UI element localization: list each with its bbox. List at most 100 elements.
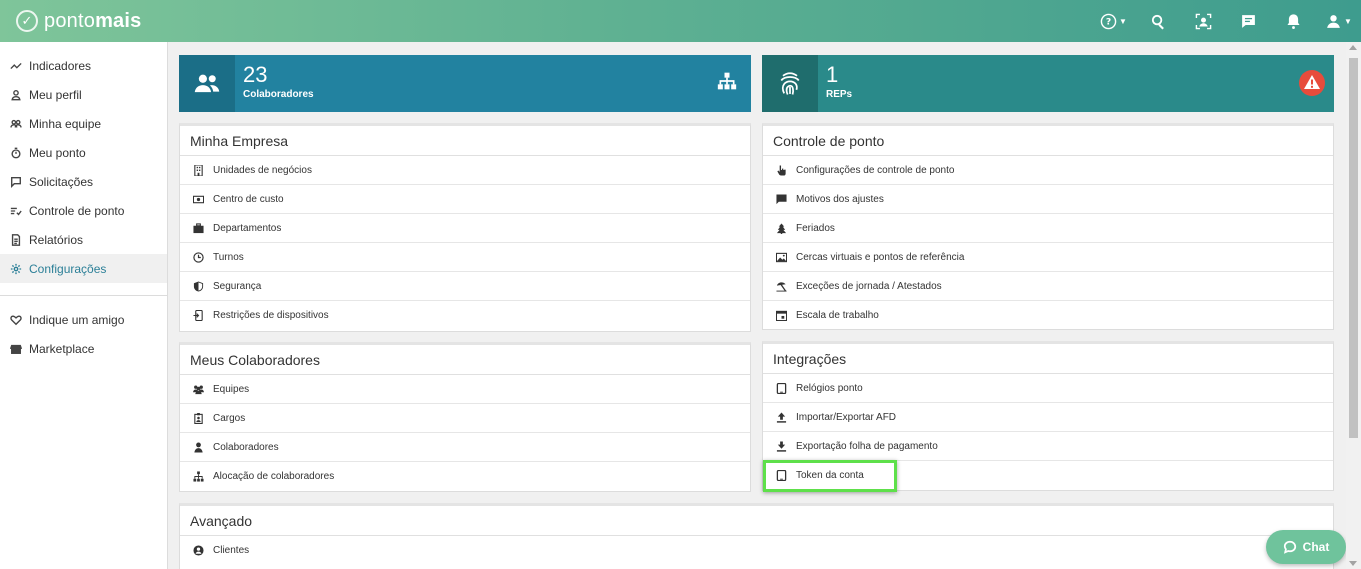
- team-icon: [192, 383, 204, 395]
- sidebar-item-solicitacoes[interactable]: Solicitações: [0, 167, 167, 196]
- chat-button[interactable]: Chat: [1266, 530, 1346, 564]
- card-meus-colaboradores: Meus Colaboradores Equipes Cargos Colabo…: [179, 342, 751, 492]
- list-item-relogios-ponto[interactable]: Relógios ponto: [763, 374, 1333, 403]
- list-item-restricoes-de-dispositivos[interactable]: Restrições de dispositivos: [180, 301, 750, 330]
- badge-icon: [192, 412, 204, 424]
- list-item-exportacao-folha-de-pagamento[interactable]: Exportação folha de pagamento: [763, 432, 1333, 461]
- sidebar-item-label: Configurações: [29, 261, 107, 276]
- org-chart-icon[interactable]: [717, 71, 737, 96]
- scrollbar[interactable]: [1346, 42, 1361, 569]
- card-avancado: Avançado Clientes: [179, 503, 1334, 569]
- sidebar-item-minha-equipe[interactable]: Minha equipe: [0, 109, 167, 138]
- list-check-icon: [9, 204, 22, 217]
- list-item-clientes[interactable]: Clientes: [180, 536, 1333, 565]
- sidebar-item-marketplace[interactable]: Marketplace: [0, 334, 167, 363]
- collaborators-count: 23: [243, 62, 268, 87]
- list-item-label: Importar/Exportar AFD: [796, 411, 897, 423]
- card-title: Meus Colaboradores: [180, 345, 750, 375]
- sidebar: Indicadores Meu perfil Minha equipe Meu …: [0, 42, 168, 569]
- list-item-motivos-dos-ajustes[interactable]: Motivos dos ajustes: [763, 185, 1333, 214]
- umbrella-icon: [775, 280, 787, 292]
- message-icon: [775, 193, 787, 205]
- sidebar-item-meu-perfil[interactable]: Meu perfil: [0, 80, 167, 109]
- list-item-excecoes-de-jornada[interactable]: Exceções de jornada / Atestados: [763, 272, 1333, 301]
- help-icon[interactable]: ? ▼: [1091, 0, 1136, 42]
- list-item-turnos[interactable]: Turnos: [180, 243, 750, 272]
- list-item-label: Feriados: [796, 222, 835, 234]
- stat-colaboradores[interactable]: 23 Colaboradores: [179, 55, 751, 112]
- sidebar-item-label: Indique um amigo: [29, 312, 125, 327]
- logo[interactable]: ✓ pontomais: [16, 10, 141, 33]
- list-item-configuracoes-controle-de-ponto[interactable]: Configurações de controle de ponto: [763, 156, 1333, 185]
- list-item-alocacao-de-colaboradores[interactable]: Alocação de colaboradores: [180, 462, 750, 491]
- money-icon: [192, 193, 204, 205]
- sidebar-item-relatorios[interactable]: Relatórios: [0, 225, 167, 254]
- list-item-label: Colaboradores: [213, 441, 279, 453]
- logo-text: pontomais: [44, 9, 142, 32]
- list-item-label: Departamentos: [213, 222, 282, 234]
- scroll-down-icon[interactable]: [1349, 561, 1357, 566]
- hand-pointer-icon: [775, 164, 787, 176]
- briefcase-icon: [192, 222, 204, 234]
- sidebar-item-controle-de-ponto[interactable]: Controle de ponto: [0, 196, 167, 225]
- list-item-label: Exceções de jornada / Atestados: [796, 280, 942, 292]
- upload-icon: [775, 411, 787, 423]
- top-bar: ✓ pontomais ? ▼ ▼: [0, 0, 1361, 42]
- sidebar-item-meu-ponto[interactable]: Meu ponto: [0, 138, 167, 167]
- bell-icon[interactable]: [1271, 0, 1316, 42]
- building-icon: [192, 164, 204, 176]
- list-item-colaboradores[interactable]: Colaboradores: [180, 433, 750, 462]
- clock-icon: [192, 251, 204, 263]
- list-item-label: Exportação folha de pagamento: [796, 440, 938, 452]
- message-icon[interactable]: [1226, 0, 1271, 42]
- user-icon: [9, 88, 22, 101]
- sidebar-item-label: Relatórios: [29, 232, 84, 247]
- face-scan-icon[interactable]: [1181, 0, 1226, 42]
- stat-reps[interactable]: 1 REPs: [762, 55, 1334, 112]
- chat-label: Chat: [1302, 540, 1330, 554]
- list-item-label: Alocação de colaboradores: [213, 471, 335, 482]
- sidebar-item-configuracoes[interactable]: Configurações: [0, 254, 167, 283]
- search-icon[interactable]: [1136, 0, 1181, 42]
- main-content: 23 Colaboradores 1 REPs Minha Empresa Un…: [168, 42, 1346, 569]
- list-item-label: Cargos: [213, 412, 246, 424]
- list-item-seguranca[interactable]: Segurança: [180, 272, 750, 301]
- chevron-down-icon: ▼: [1344, 16, 1352, 26]
- reps-label: REPs: [826, 89, 853, 100]
- svg-text:?: ?: [1106, 16, 1111, 27]
- list-item-cercas-virtuais[interactable]: Cercas virtuais e pontos de referência: [763, 243, 1333, 272]
- list-item-label: Segurança: [213, 280, 262, 292]
- store-icon: [9, 342, 22, 355]
- list-item-cargos[interactable]: Cargos: [180, 404, 750, 433]
- list-item-label: Motivos dos ajustes: [796, 193, 884, 205]
- list-item-label: Centro de custo: [213, 193, 284, 205]
- list-item-importar-exportar-afd[interactable]: Importar/Exportar AFD: [763, 403, 1333, 432]
- list-item-centro-de-custo[interactable]: Centro de custo: [180, 185, 750, 214]
- person-icon: [192, 441, 204, 453]
- document-icon: [9, 233, 22, 246]
- list-item-label: Turnos: [213, 251, 244, 263]
- sidebar-item-indicadores[interactable]: Indicadores: [0, 51, 167, 80]
- user-circle-icon: [192, 545, 204, 557]
- list-item-equipes[interactable]: Equipes: [180, 375, 750, 404]
- scroll-up-icon[interactable]: [1349, 45, 1357, 50]
- list-item-label: Clientes: [213, 545, 250, 556]
- list-item-label: Restrições de dispositivos: [213, 310, 329, 321]
- list-item-departamentos[interactable]: Departamentos: [180, 214, 750, 243]
- gear-icon: [9, 262, 22, 275]
- sidebar-item-label: Controle de ponto: [29, 203, 125, 218]
- chat-bubble-icon: [1283, 540, 1296, 554]
- sidebar-item-label: Meu ponto: [29, 145, 86, 160]
- list-item-feriados[interactable]: Feriados: [763, 214, 1333, 243]
- sidebar-item-indique-um-amigo[interactable]: Indique um amigo: [0, 305, 167, 334]
- sidebar-item-label: Marketplace: [29, 341, 95, 356]
- warning-icon[interactable]: [1298, 69, 1326, 102]
- list-item-unidades-de-negocios[interactable]: Unidades de negócios: [180, 156, 750, 185]
- scrollbar-thumb[interactable]: [1349, 58, 1358, 438]
- list-item-escala-de-trabalho[interactable]: Escala de trabalho: [763, 301, 1333, 330]
- user-icon[interactable]: ▼: [1316, 0, 1361, 42]
- heart-icon: [9, 313, 22, 326]
- reps-count: 1: [826, 62, 839, 87]
- card-controle-de-ponto: Controle de ponto Configurações de contr…: [762, 123, 1334, 330]
- shield-icon: [192, 280, 204, 292]
